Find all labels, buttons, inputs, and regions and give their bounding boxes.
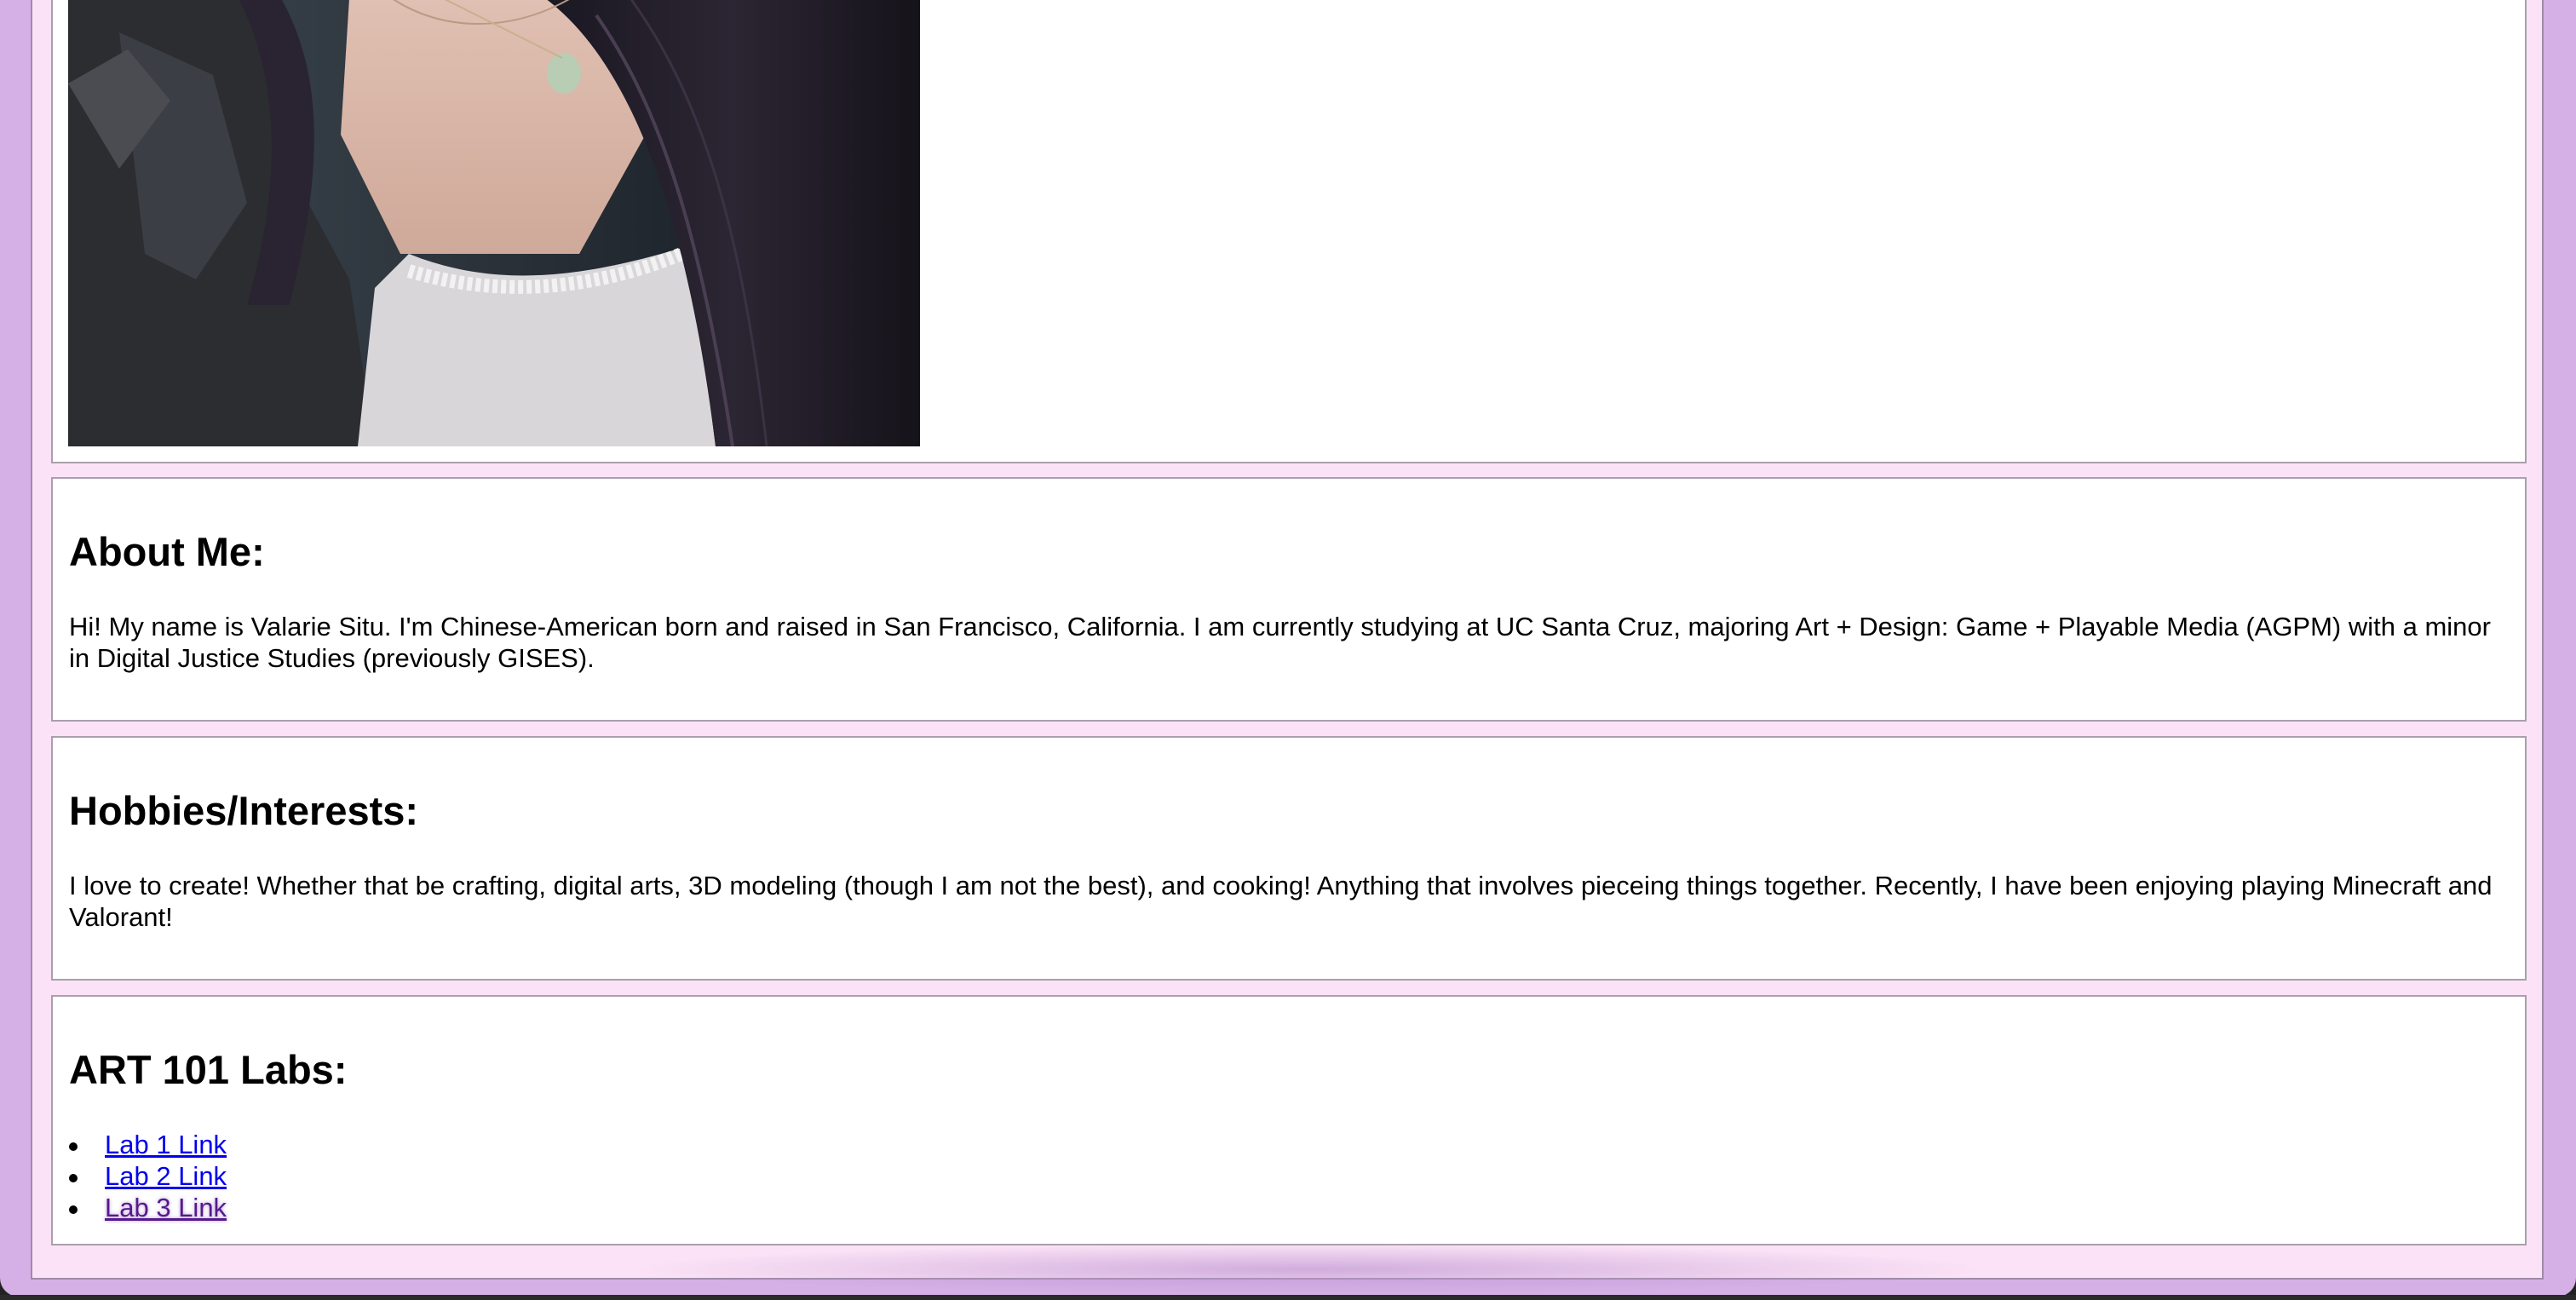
about-heading: About Me:: [69, 529, 265, 574]
bullet-icon: [69, 1174, 78, 1182]
lab-2-link[interactable]: Lab 2 Link: [105, 1161, 227, 1191]
bullet-icon: [69, 1205, 78, 1214]
window-bottom-edge: [0, 1295, 2576, 1300]
photo-section: [51, 0, 2527, 463]
lab-3-link[interactable]: Lab 3 Link: [105, 1193, 227, 1222]
about-section: About Me: Hi! My name is Valarie Situ. I…: [51, 477, 2527, 722]
labs-section: ART 101 Labs: Lab 1 Link Lab 2 Link Lab …: [51, 995, 2527, 1245]
list-item: Lab 3 Link: [69, 1192, 227, 1223]
profile-photo: [68, 0, 920, 446]
labs-list: Lab 1 Link Lab 2 Link Lab 3 Link: [69, 1129, 227, 1223]
hobbies-text: I love to create! Whether that be crafti…: [69, 871, 2493, 932]
browser-viewport: About Me: Hi! My name is Valarie Situ. I…: [0, 0, 2576, 1297]
page-container: About Me: Hi! My name is Valarie Situ. I…: [31, 0, 2544, 1295]
labs-heading: ART 101 Labs:: [69, 1047, 348, 1092]
hobbies-heading: Hobbies/Interests:: [69, 788, 419, 833]
bullet-icon: [69, 1142, 78, 1151]
bottom-glow: [629, 1244, 1992, 1295]
hobbies-section: Hobbies/Interests: I love to create! Whe…: [51, 736, 2527, 981]
list-item: Lab 2 Link: [69, 1160, 227, 1192]
about-text: Hi! My name is Valarie Situ. I'm Chinese…: [69, 612, 2491, 673]
lab-1-link[interactable]: Lab 1 Link: [105, 1130, 227, 1159]
list-item: Lab 1 Link: [69, 1129, 227, 1160]
